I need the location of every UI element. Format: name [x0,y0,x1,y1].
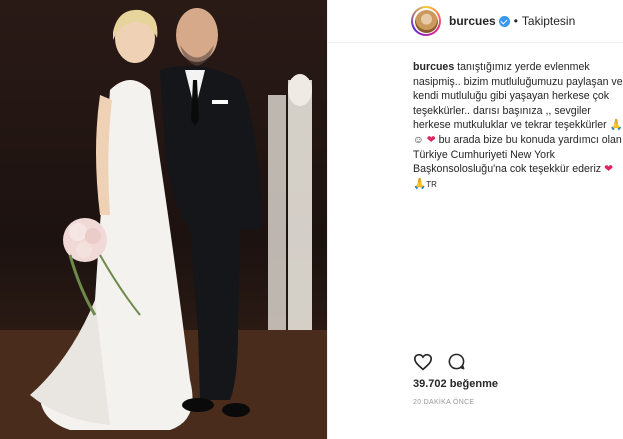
wedding-photo-illustration [0,8,327,439]
verified-badge-icon [498,15,510,27]
post-header: burcues • Takiptesin [328,0,623,43]
post-caption: burcues tanıştığımız yerde evlenmek nasi… [413,60,623,192]
caption-username[interactable]: burcues [413,61,454,73]
post-timestamp: 20 DAKİKA ÖNCE [413,399,475,406]
likes-count[interactable]: 39.702 beğenme [413,378,498,390]
flag-suffix: TR [426,179,437,189]
separator-dot: • [513,14,518,28]
heart-emoji-2: ❤ [604,163,613,176]
caption-text-second: bu arada bize bu konuda yardımcı olan Tü… [413,133,622,176]
header-username[interactable]: burcues [449,14,496,28]
smile-emoji: ☺ [413,133,424,146]
comment-icon[interactable] [447,352,466,376]
post-actions [413,352,466,376]
pray-emoji: 🙏 [609,119,623,132]
post-side-panel: burcues • Takiptesin burcues tanıştığımı… [327,0,623,439]
heart-emoji: ❤ [426,133,436,146]
post-photo[interactable] [0,0,327,439]
follow-status-button[interactable]: Takiptesin [522,14,575,28]
pray-emoji-2: 🙏 [413,177,427,190]
heart-icon[interactable] [413,353,433,376]
avatar[interactable] [411,6,441,36]
